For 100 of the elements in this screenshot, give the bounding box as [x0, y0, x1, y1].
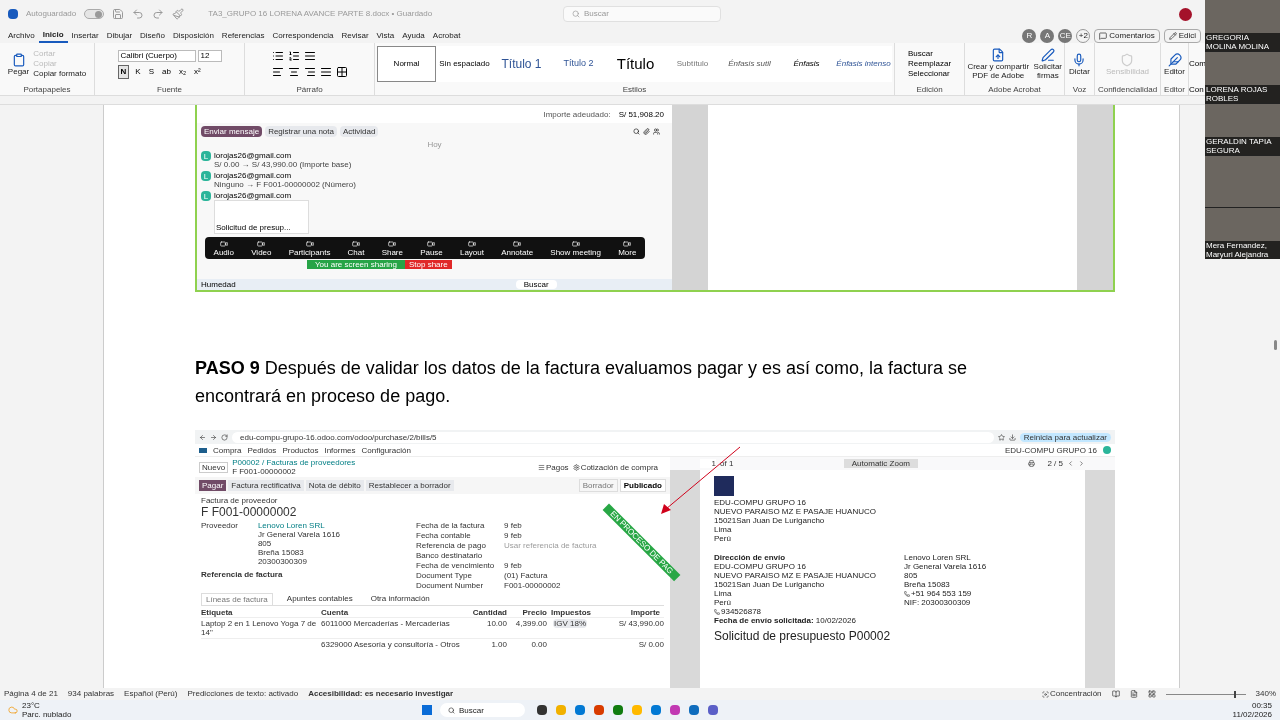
form-tab[interactable]: Líneas de factura: [201, 593, 273, 605]
forward-icon[interactable]: [210, 433, 217, 441]
editing-item[interactable]: Seleccionar: [907, 69, 952, 79]
meeting-control[interactable]: Audio: [213, 239, 235, 257]
style-option[interactable]: Título 1: [493, 46, 550, 82]
nav-item[interactable]: Informes: [324, 445, 356, 455]
borders-icon[interactable]: [335, 66, 348, 78]
font-name-field[interactable]: Calibri (Cuerpo): [117, 49, 196, 62]
menu-tab[interactable]: Insertar: [67, 28, 103, 43]
purchase-link[interactable]: Cotización de compra: [572, 462, 658, 472]
format-button[interactable]: K: [133, 65, 143, 78]
style-option[interactable]: Subtítulo: [664, 46, 721, 82]
update-button[interactable]: Reinicia para actualizar: [1019, 432, 1111, 442]
autosave-toggle[interactable]: [84, 9, 105, 19]
align-left-icon[interactable]: [271, 66, 284, 78]
menu-tab[interactable]: Referencias: [217, 28, 269, 43]
meeting-control[interactable]: Show meeting: [550, 239, 601, 257]
back-icon[interactable]: [199, 433, 206, 441]
action-button[interactable]: Restablecer a borrador: [365, 480, 454, 491]
action-button[interactable]: Nota de débito: [305, 480, 364, 491]
menu-tab[interactable]: Revisar: [337, 28, 373, 43]
taskbar-search[interactable]: Buscar: [440, 703, 525, 717]
nav-item[interactable]: Pedidos: [247, 445, 277, 455]
action-button[interactable]: Pagar: [199, 480, 227, 491]
meeting-control[interactable]: Share: [381, 239, 403, 257]
format-button[interactable]: x₂: [176, 65, 188, 78]
pdf-share-button[interactable]: Crear y compartir PDF de Adobe: [967, 48, 1030, 80]
read-mode-icon[interactable]: [1111, 690, 1120, 698]
start-icon[interactable]: [422, 705, 432, 715]
style-option[interactable]: Énfasis sutil: [721, 46, 778, 82]
menu-tab[interactable]: Vista: [372, 28, 399, 43]
meeting-control[interactable]: Chat: [347, 239, 365, 257]
brush-icon[interactable]: [172, 8, 185, 20]
nav-item[interactable]: Productos: [282, 445, 319, 455]
numbering-icon[interactable]: [287, 50, 300, 62]
format-button[interactable]: x²: [192, 65, 203, 78]
page-number-field[interactable]: 1: [700, 459, 716, 468]
menu-tab[interactable]: Acrobat: [428, 28, 465, 43]
meeting-control[interactable]: Video: [251, 239, 272, 257]
nav-item[interactable]: Configuración: [361, 445, 411, 455]
reload-icon[interactable]: [221, 433, 228, 441]
style-option[interactable]: Título: [607, 46, 664, 82]
menu-tab[interactable]: Ayuda: [398, 28, 429, 43]
web-layout-icon[interactable]: [1147, 690, 1156, 698]
menu-tab[interactable]: Archivo: [4, 28, 39, 43]
save-icon[interactable]: [112, 8, 125, 20]
editing-button[interactable]: Edici: [1163, 28, 1201, 43]
action-button[interactable]: Factura rectificativa: [228, 480, 304, 491]
new-button[interactable]: Nuevo: [199, 461, 229, 473]
style-option[interactable]: Normal: [377, 46, 436, 82]
bullets-icon[interactable]: [271, 50, 284, 62]
align-center-icon[interactable]: [287, 66, 300, 78]
status-step[interactable]: Borrador: [578, 479, 618, 492]
meeting-control[interactable]: More: [618, 239, 637, 257]
address-bar[interactable]: edu-compu-grupo-16.odoo.com/odoo/purchase/2/bills/5: [232, 431, 994, 443]
zoom-slider-thumb[interactable]: [1233, 690, 1236, 698]
justify-icon[interactable]: [319, 66, 332, 78]
focus-button[interactable]: Concentración: [1041, 688, 1102, 700]
meeting-control[interactable]: Pause: [420, 239, 443, 257]
style-option[interactable]: Título 2: [550, 46, 607, 82]
editor-button[interactable]: Editor: [1164, 52, 1185, 76]
form-tab[interactable]: Apuntes contables: [282, 593, 357, 605]
menu-tab[interactable]: Dibujar: [102, 28, 137, 43]
payments-button[interactable]: Pagos: [537, 462, 569, 472]
stop-share-button[interactable]: Stop share: [405, 260, 452, 269]
style-option[interactable]: Énfasis intenso: [835, 46, 892, 82]
print-layout-icon[interactable]: [1129, 690, 1138, 698]
format-button[interactable]: N: [117, 64, 130, 79]
dictate-button[interactable]: Dictar: [1069, 52, 1090, 76]
attachment-thumbnail[interactable]: Solicitud de presup...: [214, 200, 309, 234]
request-signatures-button[interactable]: Solicitar firmas: [1033, 48, 1062, 80]
paste-button[interactable]: Pegar: [7, 52, 30, 76]
style-option[interactable]: Énfasis: [778, 46, 835, 82]
chatter-button[interactable]: Actividad: [339, 126, 379, 137]
clipboard-item[interactable]: Copiar formato: [33, 69, 87, 79]
undo-icon[interactable]: [132, 8, 145, 20]
chatter-button[interactable]: Enviar mensaje: [201, 126, 263, 137]
editing-item[interactable]: Buscar: [907, 49, 952, 59]
redo-icon[interactable]: [152, 8, 165, 20]
menu-tab[interactable]: Disposición: [168, 28, 218, 43]
zoom-select[interactable]: Automatic Zoom: [843, 459, 918, 468]
align-right-icon[interactable]: [303, 66, 316, 78]
format-button[interactable]: S: [146, 65, 156, 78]
chatter-button[interactable]: Registrar una nota: [265, 126, 337, 137]
scrollbar[interactable]: [1274, 340, 1277, 350]
font-size-field[interactable]: 12: [197, 49, 222, 62]
meeting-control[interactable]: Layout: [459, 239, 484, 257]
editing-item[interactable]: Reemplazar: [907, 59, 952, 69]
meeting-control[interactable]: Annotate: [501, 239, 534, 257]
next-icon[interactable]: [1078, 460, 1085, 467]
format-button[interactable]: ab: [159, 65, 173, 78]
menu-tab[interactable]: Correspondencia: [268, 28, 338, 43]
previous-icon[interactable]: [1067, 460, 1074, 467]
status-step[interactable]: Publicado: [619, 479, 666, 492]
menu-tab[interactable]: Diseño: [136, 28, 169, 43]
form-tab[interactable]: Otra información: [366, 593, 434, 605]
style-option[interactable]: Sin espaciado: [436, 46, 493, 82]
meeting-control[interactable]: Participants: [288, 239, 331, 257]
comments-button[interactable]: Comentarios: [1094, 28, 1160, 43]
print-icon[interactable]: [1028, 460, 1036, 467]
